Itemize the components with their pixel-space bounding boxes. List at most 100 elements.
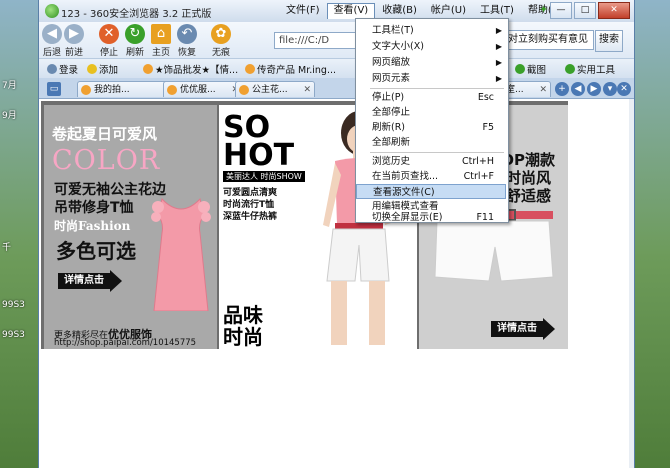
forward-button[interactable]: ▶ 前进	[63, 24, 85, 58]
vertical-scrollbar[interactable]	[629, 99, 634, 468]
tab-label: 公主花...	[252, 85, 288, 95]
menu-item-label: 切换全屏显示(E)	[372, 212, 443, 223]
view-source-menu-item[interactable]: 查看源文件(C)	[356, 184, 506, 199]
menu-favorites[interactable]: 收藏(B)	[375, 3, 424, 19]
view-menu-item[interactable]: 浏览历史 Ctrl+H	[356, 154, 506, 169]
view-menu-item[interactable]: 网页元素 ▶	[356, 71, 506, 86]
submenu-arrow-icon: ▶	[495, 42, 502, 51]
star-icon	[87, 64, 97, 74]
favorite-item[interactable]: 传奇产品 Mr.ing...	[245, 62, 336, 76]
close-button[interactable]: ✕	[598, 2, 630, 19]
menu-account[interactable]: 帐户(U)	[424, 3, 473, 19]
menu-item-label: 刷新(R)	[372, 122, 406, 133]
forward-arrow-icon: ▶	[64, 24, 84, 44]
refresh-label: 刷新	[125, 48, 144, 58]
menu-shortcut: Ctrl+H	[461, 156, 494, 167]
view-menu-item[interactable]: 刷新(R) F5	[356, 120, 506, 135]
tab-label: 我的拍...	[94, 85, 130, 95]
view-menu-item[interactable]: 全部刷新	[356, 135, 506, 150]
back-button[interactable]: ◀ 后退	[41, 24, 63, 58]
view-menu-item[interactable]: 停止(P) Esc	[356, 90, 506, 105]
favorite-label: 传奇产品 Mr.ing...	[257, 65, 337, 76]
banner-fashion-cn-text: 时尚	[223, 325, 263, 349]
home-button[interactable]: ⌂ 主页	[149, 24, 173, 58]
forward-label: 前进	[64, 48, 83, 58]
window-title: 123 - 360安全浏览器 3.2 正式版	[61, 9, 212, 20]
detail-button[interactable]: 详情点击	[491, 318, 555, 340]
close-all-icon[interactable]: ✕	[617, 82, 631, 96]
browser-logo-icon	[45, 4, 59, 18]
menu-item-label: 网页缩放	[372, 57, 411, 68]
banner-tag: 美丽达人 时尚SHOW	[223, 171, 305, 182]
restore-icon: ↶	[177, 24, 197, 44]
menu-item-label: 停止(P)	[372, 92, 405, 103]
tab[interactable]: 公主花... ✕	[235, 81, 315, 97]
stop-button[interactable]: ✕ 停止	[97, 24, 121, 58]
view-menu-item[interactable]: 网页缩放 ▶	[356, 55, 506, 70]
search-button[interactable]: 搜索	[595, 30, 623, 52]
tab-menu-icon[interactable]: ▾	[603, 82, 617, 96]
favicon-icon	[167, 85, 177, 95]
screenshot-button[interactable]: 截图	[515, 62, 546, 76]
incognito-button[interactable]: ✿ 无痕	[209, 24, 233, 58]
menu-shortcut: Esc	[477, 92, 494, 103]
favicon-icon	[81, 85, 91, 95]
title-bar[interactable]: 123 - 360安全浏览器 3.2 正式版 文件(F) 查看(V) 收藏(B)…	[39, 0, 634, 22]
favorite-item[interactable]: ★饰品批发★【情...	[143, 62, 238, 76]
detail-button[interactable]: 详情点击	[58, 270, 122, 292]
view-menu-item[interactable]: 切换全屏显示(E) F11	[356, 212, 506, 223]
add-favorite-button[interactable]: 添加	[87, 62, 118, 76]
desktop-label: 99S3	[2, 300, 25, 310]
tab-right-icon[interactable]: ▶	[587, 82, 601, 96]
tab[interactable]: 优优服...✕	[163, 81, 243, 97]
view-menu-item[interactable]: 全部停止	[356, 105, 506, 120]
menu-file[interactable]: 文件(F)	[279, 3, 327, 19]
view-menu-item[interactable]: 在当前页查找... Ctrl+F	[356, 169, 506, 184]
banner-color-word: COLOR	[52, 145, 161, 176]
home-icon: ⌂	[151, 24, 171, 44]
menu-item-label: 查看源文件(C)	[373, 187, 435, 198]
shop-url[interactable]: http://shop.paipai.com/10145775	[54, 338, 196, 348]
refresh-button[interactable]: ↻ 刷新	[123, 24, 147, 58]
banner-text: 深蓝牛仔热裤	[223, 212, 278, 222]
maximize-button[interactable]: □	[574, 2, 596, 19]
window-controls: — □ ✕	[550, 2, 630, 19]
submenu-arrow-icon: ▶	[495, 74, 502, 83]
favorite-label: ★饰品批发★【情...	[155, 65, 239, 76]
new-tab-icon[interactable]: +	[555, 82, 569, 96]
view-menu-item[interactable]: 文字大小(X) ▶	[356, 39, 506, 54]
user-icon	[47, 64, 57, 74]
desktop-label: 千	[2, 243, 12, 253]
menu-item-label: 工具栏(T)	[372, 25, 414, 36]
menu-item-label: 网页元素	[372, 73, 411, 84]
search-text: 我对立刻购买有意见	[498, 34, 588, 45]
favorites-bar: 登录 添加 ★饰品批发★【情... 传奇产品 Mr.ing... 充值 截图 实…	[39, 58, 634, 79]
tab-bar: ▭ 我的拍...✕ 优优服...✕ 公主花...✕ 作息室...✕ + ◀ ▶ …	[39, 78, 634, 99]
menu-divider	[370, 152, 504, 153]
scissors-icon	[515, 64, 525, 74]
paw-icon: ✿	[211, 24, 231, 44]
tab-label: 优优服...	[180, 85, 216, 95]
login-button[interactable]: 登录	[47, 62, 78, 76]
favicon-icon	[239, 85, 249, 95]
banner-multicolor-text: 多色可选	[56, 239, 136, 263]
menu-view[interactable]: 查看(V)	[326, 3, 376, 19]
menu-item-label: 文字大小(X)	[372, 41, 424, 52]
close-tab-icon[interactable]: ✕	[539, 82, 547, 97]
banner-headline: 卷起夏日可爱风	[52, 125, 158, 143]
tab-left-icon[interactable]: ◀	[571, 82, 585, 96]
page-content: 卷起夏日可爱风 COLOR 可爱无袖公主花边 吊带修身T恤 时尚Fashion …	[39, 99, 629, 468]
restore-button[interactable]: ↶ 恢复	[175, 24, 199, 58]
menu-item-label: 全部停止	[372, 107, 411, 118]
menu-tools[interactable]: 工具(T)	[473, 3, 521, 19]
login-label: 登录	[59, 65, 79, 76]
tab-list-icon[interactable]: ▭	[47, 82, 61, 96]
tools-button[interactable]: 实用工具	[565, 62, 615, 76]
close-tab-icon[interactable]: ✕	[303, 82, 311, 97]
refresh-icon: ↻	[125, 24, 145, 44]
minimize-button[interactable]: —	[550, 2, 572, 19]
view-menu-item[interactable]: 工具栏(T) ▶	[356, 23, 506, 38]
favicon-icon	[245, 64, 255, 74]
stop-icon: ✕	[99, 24, 119, 44]
banner-panel-tshirt[interactable]: 卷起夏日可爱风 COLOR 可爱无袖公主花边 吊带修身T恤 时尚Fashion …	[44, 105, 217, 349]
